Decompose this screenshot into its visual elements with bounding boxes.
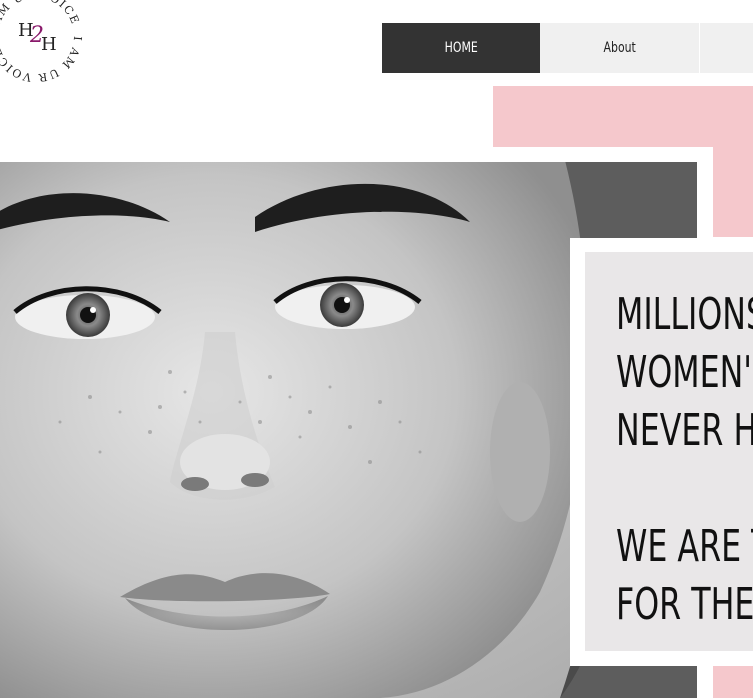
nav-about[interactable]: About: [540, 23, 700, 73]
logo[interactable]: I AM UR VOICE I AM UR VOICE H 2 H: [0, 0, 88, 88]
logo-emblem: I AM UR VOICE I AM UR VOICE H 2 H: [0, 0, 83, 84]
headline-line-2: WOMEN'S: [616, 347, 753, 398]
nav-about-label: About: [603, 40, 636, 56]
subline-line-1: WE ARE T: [616, 521, 753, 572]
nav-home[interactable]: HOME: [382, 23, 540, 73]
nav-more[interactable]: [700, 23, 753, 73]
hero-headline: MILLIONS WOMEN'S NEVER HE WE ARE T FOR T…: [616, 286, 753, 634]
pink-accent-top: [493, 86, 753, 147]
headline-line-3: NEVER HE: [616, 405, 753, 456]
main-nav: HOME About: [382, 23, 753, 73]
logo-h-right: H: [41, 34, 57, 55]
nav-home-label: HOME: [444, 40, 478, 56]
hero-card: MILLIONS WOMEN'S NEVER HE WE ARE T FOR T…: [585, 252, 753, 651]
pink-accent-right: [713, 147, 753, 237]
subline-line-2: FOR THE: [616, 579, 753, 630]
headline-line-1: MILLIONS: [616, 289, 753, 340]
pink-accent-bottom: [713, 666, 753, 698]
